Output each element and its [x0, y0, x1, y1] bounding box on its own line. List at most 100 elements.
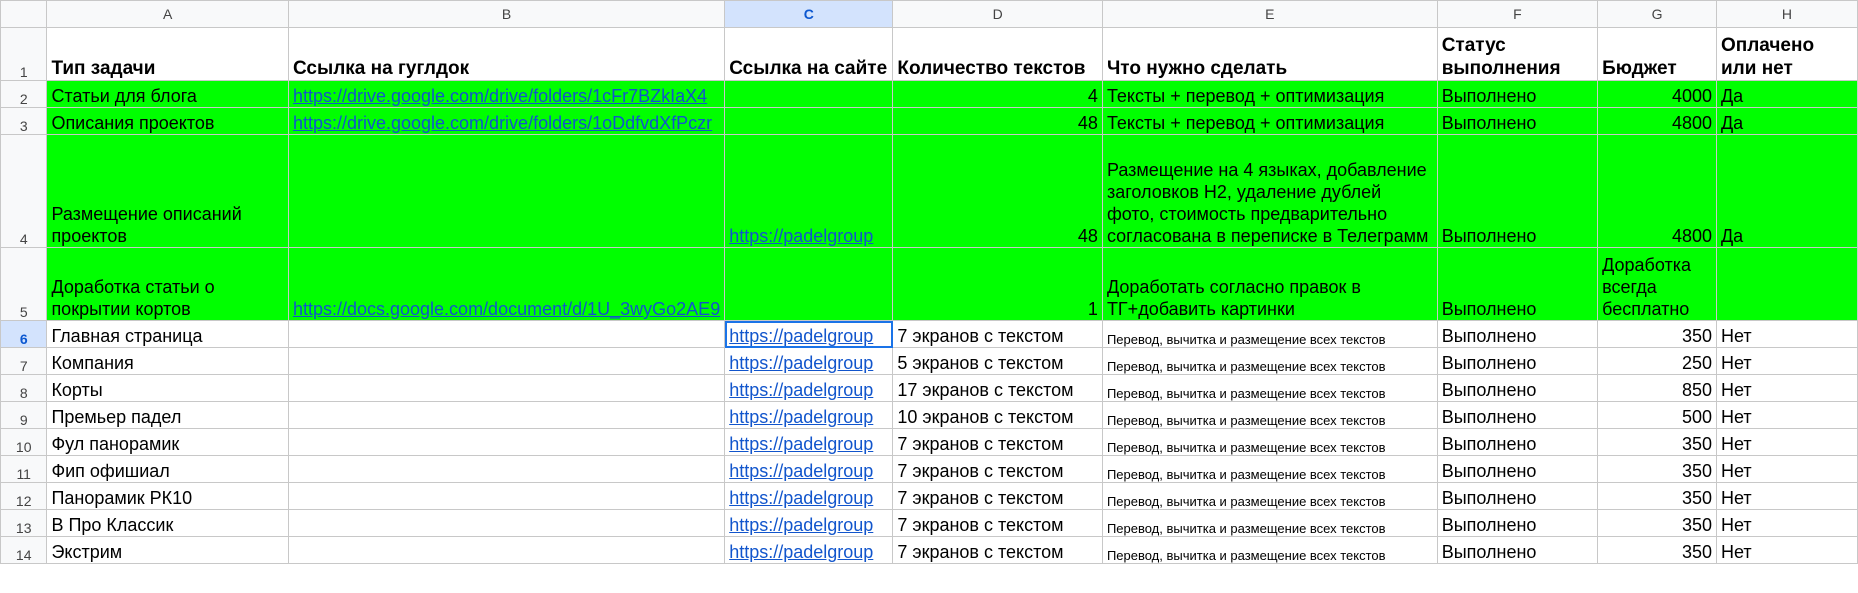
- cell-status[interactable]: Выполнено: [1436, 134, 1599, 248]
- cell-budget[interactable]: 4800: [1597, 107, 1717, 135]
- cell-paid[interactable]: Нет: [1715, 455, 1858, 483]
- cell-site-link[interactable]: https://padelgroup: [724, 455, 894, 483]
- cell-count[interactable]: 48: [892, 107, 1103, 135]
- header-cell-budget[interactable]: Бюджет: [1597, 27, 1717, 81]
- cell-site-link[interactable]: https://padelgroup: [724, 428, 894, 456]
- cell-budget[interactable]: 350: [1597, 320, 1717, 348]
- cell-task[interactable]: Доработка статьи о покрытии кортов: [46, 247, 289, 321]
- header-cell-count[interactable]: Количество текстов: [892, 27, 1103, 81]
- cell-doc-link[interactable]: [287, 347, 726, 375]
- cell-doc-link[interactable]: [287, 374, 726, 402]
- cell-task[interactable]: Премьер падел: [46, 401, 289, 429]
- header-cell-site-link[interactable]: Ссылка на сайте: [724, 27, 894, 81]
- cell-count[interactable]: 5 экранов с текстом: [892, 347, 1103, 375]
- cell-paid[interactable]: Нет: [1715, 347, 1858, 375]
- column-header-b[interactable]: B: [287, 0, 726, 28]
- cell-doc-link[interactable]: https://drive.google.com/drive/folders/1…: [287, 80, 726, 108]
- row-header[interactable]: 10: [0, 428, 48, 456]
- cell-todo[interactable]: Перевод, вычитка и размещение всех текст…: [1101, 536, 1438, 564]
- cell-status[interactable]: Выполнено: [1436, 482, 1599, 510]
- cell-site-link[interactable]: [724, 80, 894, 108]
- column-header-c[interactable]: C: [724, 0, 894, 28]
- select-all-corner[interactable]: [0, 0, 48, 28]
- column-header-h[interactable]: H: [1715, 0, 1858, 28]
- cell-budget[interactable]: Доработка всегда бесплатно: [1597, 247, 1717, 321]
- cell-site-link[interactable]: https://padelgroup: [724, 374, 894, 402]
- row-header[interactable]: 9: [0, 401, 48, 429]
- cell-task[interactable]: Компания: [46, 347, 289, 375]
- cell-status[interactable]: Выполнено: [1436, 247, 1599, 321]
- row-header[interactable]: 14: [0, 536, 48, 564]
- cell-task[interactable]: Описания проектов: [46, 107, 289, 135]
- cell-status[interactable]: Выполнено: [1436, 428, 1599, 456]
- cell-paid[interactable]: Да: [1715, 107, 1858, 135]
- cell-count[interactable]: 48: [892, 134, 1103, 248]
- cell-paid[interactable]: Нет: [1715, 428, 1858, 456]
- cell-status[interactable]: Выполнено: [1436, 509, 1599, 537]
- cell-count[interactable]: 7 экранов с текстом: [892, 536, 1103, 564]
- row-header[interactable]: 5: [0, 247, 48, 321]
- cell-budget[interactable]: 350: [1597, 509, 1717, 537]
- cell-paid[interactable]: [1715, 247, 1858, 321]
- cell-paid[interactable]: Нет: [1715, 320, 1858, 348]
- cell-budget[interactable]: 350: [1597, 428, 1717, 456]
- cell-todo[interactable]: Перевод, вычитка и размещение всех текст…: [1101, 347, 1438, 375]
- cell-doc-link[interactable]: [287, 509, 726, 537]
- cell-site-link[interactable]: https://padelgroup: [724, 401, 894, 429]
- cell-site-link[interactable]: https://padelgroup: [724, 134, 894, 248]
- header-cell-todo[interactable]: Что нужно сделать: [1101, 27, 1438, 81]
- cell-count[interactable]: 7 экранов с текстом: [892, 509, 1103, 537]
- cell-budget[interactable]: 4000: [1597, 80, 1717, 108]
- cell-task[interactable]: Фул панорамик: [46, 428, 289, 456]
- cell-todo[interactable]: Тексты + перевод + оптимизация: [1101, 80, 1438, 108]
- header-cell-doc-link[interactable]: Ссылка на гуглдок: [287, 27, 726, 81]
- cell-paid[interactable]: Нет: [1715, 509, 1858, 537]
- row-header[interactable]: 13: [0, 509, 48, 537]
- cell-site-link[interactable]: https://padelgroup: [724, 320, 894, 348]
- cell-budget[interactable]: 250: [1597, 347, 1717, 375]
- cell-site-link[interactable]: [724, 107, 894, 135]
- cell-count[interactable]: 10 экранов с текстом: [892, 401, 1103, 429]
- cell-task[interactable]: Экстрим: [46, 536, 289, 564]
- row-header[interactable]: 6: [0, 320, 48, 348]
- cell-count[interactable]: 7 экранов с текстом: [892, 320, 1103, 348]
- cell-budget[interactable]: 500: [1597, 401, 1717, 429]
- cell-paid[interactable]: Нет: [1715, 536, 1858, 564]
- row-header[interactable]: 3: [0, 107, 48, 135]
- cell-count[interactable]: 7 экранов с текстом: [892, 455, 1103, 483]
- column-header-g[interactable]: G: [1597, 0, 1717, 28]
- cell-doc-link[interactable]: https://docs.google.com/document/d/1U_3w…: [287, 247, 726, 321]
- cell-count[interactable]: 17 экранов с текстом: [892, 374, 1103, 402]
- header-cell-task-type[interactable]: Тип задачи: [46, 27, 289, 81]
- row-header[interactable]: 4: [0, 134, 48, 248]
- cell-site-link[interactable]: https://padelgroup: [724, 347, 894, 375]
- cell-todo[interactable]: Тексты + перевод + оптимизация: [1101, 107, 1438, 135]
- row-header[interactable]: 7: [0, 347, 48, 375]
- cell-task[interactable]: Размещение описаний проектов: [46, 134, 289, 248]
- cell-status[interactable]: Выполнено: [1436, 107, 1599, 135]
- row-header[interactable]: 11: [0, 455, 48, 483]
- cell-budget[interactable]: 350: [1597, 482, 1717, 510]
- cell-count[interactable]: 7 экранов с текстом: [892, 482, 1103, 510]
- row-header[interactable]: 2: [0, 80, 48, 108]
- cell-task[interactable]: Фип офишиал: [46, 455, 289, 483]
- cell-task[interactable]: Главная страница: [46, 320, 289, 348]
- row-header[interactable]: 8: [0, 374, 48, 402]
- cell-status[interactable]: Выполнено: [1436, 80, 1599, 108]
- column-header-d[interactable]: D: [892, 0, 1103, 28]
- header-cell-status[interactable]: Статус выполнения: [1436, 27, 1599, 81]
- cell-todo[interactable]: Перевод, вычитка и размещение всех текст…: [1101, 482, 1438, 510]
- cell-paid[interactable]: Да: [1715, 80, 1858, 108]
- header-cell-paid[interactable]: Оплачено или нет: [1715, 27, 1858, 81]
- cell-count[interactable]: 4: [892, 80, 1103, 108]
- cell-status[interactable]: Выполнено: [1436, 401, 1599, 429]
- cell-status[interactable]: Выполнено: [1436, 536, 1599, 564]
- cell-budget[interactable]: 850: [1597, 374, 1717, 402]
- cell-paid[interactable]: Да: [1715, 134, 1858, 248]
- cell-todo[interactable]: Перевод, вычитка и размещение всех текст…: [1101, 509, 1438, 537]
- column-header-e[interactable]: E: [1101, 0, 1438, 28]
- cell-task[interactable]: Корты: [46, 374, 289, 402]
- cell-budget[interactable]: 4800: [1597, 134, 1717, 248]
- cell-task[interactable]: Статьи для блога: [46, 80, 289, 108]
- cell-todo[interactable]: Доработать согласно правок в ТГ+добавить…: [1101, 247, 1438, 321]
